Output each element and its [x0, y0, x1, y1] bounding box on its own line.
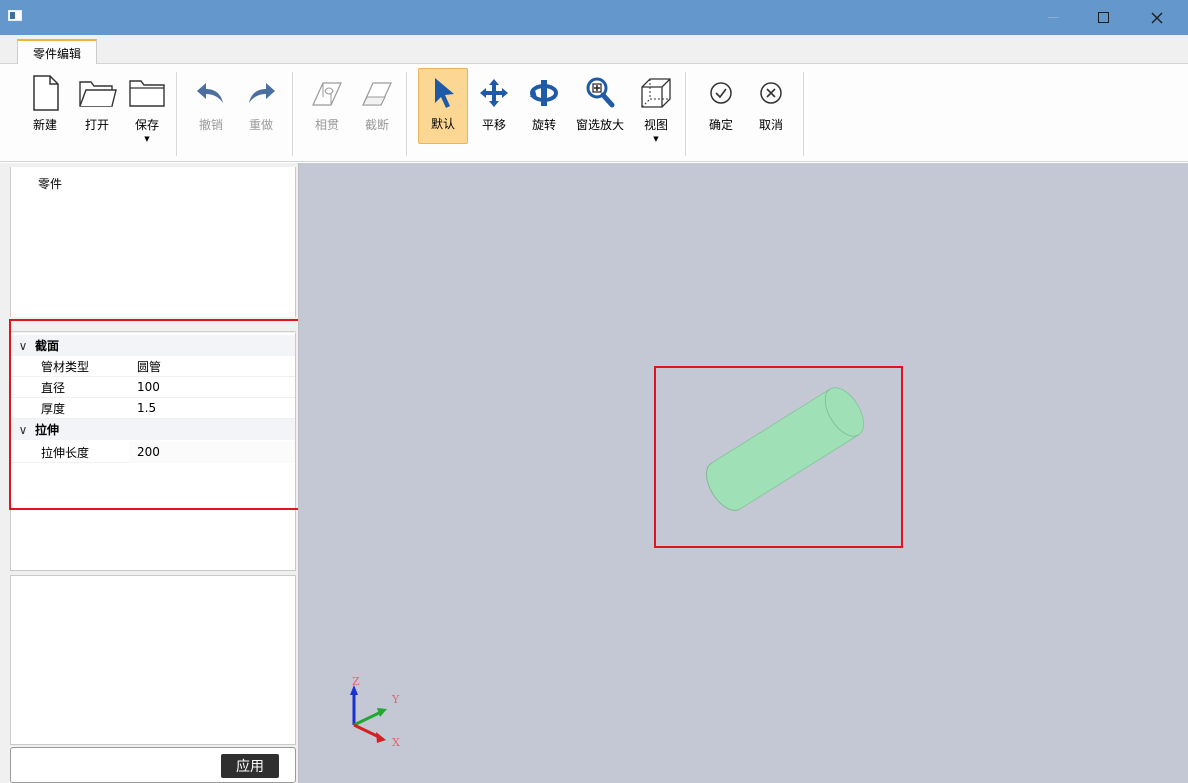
open-label: 打开 — [84, 118, 109, 132]
highlight-box-model — [654, 366, 903, 548]
dropdown-arrow-icon: ▼ — [144, 135, 150, 143]
default-label: 默认 — [430, 117, 455, 131]
separator — [803, 72, 804, 156]
save-folder-icon — [129, 80, 165, 107]
new-button[interactable]: 新建 — [22, 70, 68, 144]
minimize-button[interactable] — [1030, 0, 1076, 35]
redo-button[interactable]: 重做 — [240, 70, 282, 144]
save-label: 保存 — [134, 118, 159, 132]
separator — [176, 72, 177, 156]
intersect-label: 相贯 — [314, 118, 339, 132]
separator — [406, 72, 407, 156]
confirm-label: 确定 — [708, 118, 733, 132]
undo-label: 撤销 — [198, 118, 223, 132]
cancel-button[interactable]: 取消 — [750, 70, 792, 144]
intersect-button[interactable]: 相贯 — [306, 70, 348, 144]
ribbon-tab-strip: 零件编辑 — [0, 35, 1188, 65]
cut-icon — [362, 82, 392, 106]
confirm-button[interactable]: 确定 — [700, 70, 742, 144]
tree-root-item[interactable]: 零件 — [38, 175, 62, 192]
rotate-icon — [530, 80, 558, 106]
cancel-label: 取消 — [758, 118, 783, 132]
pan-move-icon — [480, 79, 508, 107]
separator — [292, 72, 293, 156]
cut-button[interactable]: 截断 — [356, 70, 398, 144]
default-select-button[interactable]: 默认 — [418, 68, 468, 144]
open-button[interactable]: 打开 — [72, 70, 122, 144]
new-file-icon — [33, 75, 59, 111]
highlight-box-properties — [9, 319, 303, 510]
description-panel — [10, 575, 296, 745]
cut-label: 截断 — [364, 118, 389, 132]
new-label: 新建 — [32, 118, 57, 132]
part-tree: 零件 — [10, 167, 296, 317]
view-cube-icon — [641, 78, 671, 108]
view-label: 视图 — [643, 118, 668, 132]
cancel-circle-icon — [760, 82, 782, 104]
intersect-icon — [312, 82, 342, 106]
apply-bar: 应用 — [10, 747, 296, 783]
rotate-label: 旋转 — [531, 118, 556, 132]
close-button[interactable] — [1134, 0, 1180, 35]
close-icon — [1151, 12, 1163, 23]
title-bar — [0, 0, 1188, 35]
redo-icon — [249, 83, 275, 103]
minimize-icon — [1047, 17, 1059, 18]
pan-label: 平移 — [481, 118, 506, 132]
redo-label: 重做 — [248, 118, 273, 132]
pan-button[interactable]: 平移 — [474, 70, 514, 144]
zoom-in-magnifier-icon — [586, 77, 615, 108]
axis-y-label: Y — [392, 693, 400, 706]
open-folder-icon — [79, 81, 117, 107]
separator — [685, 72, 686, 156]
maximize-icon — [1097, 12, 1109, 23]
rotate-button[interactable]: 旋转 — [524, 70, 564, 144]
check-circle-icon — [710, 82, 732, 104]
zoom-window-button[interactable]: 窗选放大 — [570, 70, 630, 144]
apply-button[interactable]: 应用 — [221, 754, 279, 778]
tab-part-edit[interactable]: 零件编辑 — [17, 39, 97, 65]
view-button[interactable]: 视图 ▼ — [634, 70, 678, 144]
dropdown-arrow-icon: ▼ — [653, 135, 659, 143]
app-icon — [8, 10, 22, 21]
axis-x-label: X — [392, 736, 400, 749]
ribbon-toolbar: 新建 打开 保存 ▼ 撤销 重做 相贯 截断 默认 平移 旋转 窗选放大 视图 … — [0, 64, 1188, 162]
undo-button[interactable]: 撤销 — [190, 70, 232, 144]
undo-icon — [197, 83, 223, 103]
axis-z-label: Z — [352, 675, 360, 688]
zoom-window-label: 窗选放大 — [575, 118, 624, 132]
save-button[interactable]: 保存 ▼ — [124, 70, 170, 144]
pointer-arrow-icon — [435, 78, 454, 108]
maximize-button[interactable] — [1080, 0, 1126, 35]
